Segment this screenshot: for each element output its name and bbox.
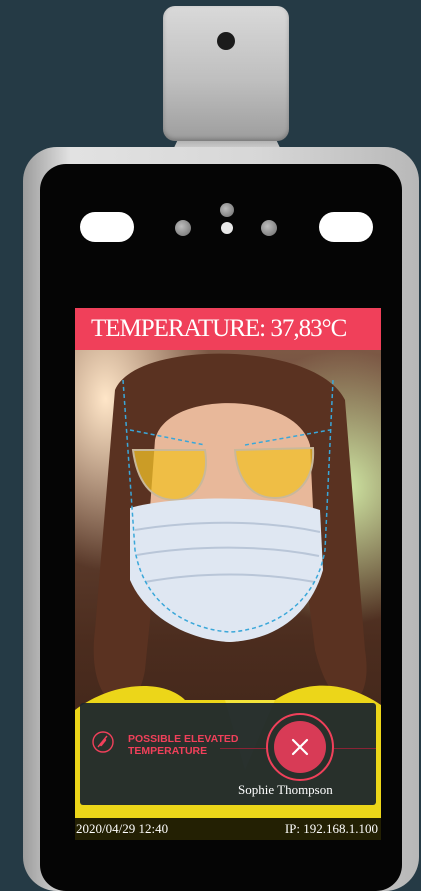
reject-button-inner [274, 721, 326, 773]
thermometer-off-icon [92, 731, 114, 753]
ip-address-label: IP: 192.168.1.100 [284, 821, 378, 836]
status-bar: 2020/04/29 12:40 IP: 192.168.1.100 [75, 818, 381, 840]
top-camera-dot [220, 203, 234, 217]
left-light-indicator [80, 212, 134, 242]
center-camera-dot [221, 222, 233, 234]
alert-divider-right [334, 748, 376, 749]
reject-button[interactable] [266, 713, 334, 781]
alert-message: POSSIBLE ELEVATED TEMPERATURE [128, 733, 239, 757]
thermal-sensor-lens [217, 32, 235, 50]
thermal-sensor-module [163, 6, 289, 141]
right-light-indicator [319, 212, 373, 242]
datetime-label: 2020/04/29 12:40 [76, 821, 169, 836]
close-icon [291, 738, 309, 756]
display-screen: TEMPERATURE: 37,83°C POSSIBLE ELEVATED T… [75, 308, 381, 840]
temperature-banner: TEMPERATURE: 37,83°C [75, 308, 381, 350]
alert-panel: POSSIBLE ELEVATED TEMPERATURE Sophie Tho… [80, 703, 376, 805]
alert-divider-left [220, 748, 268, 749]
left-camera-dot [175, 220, 191, 236]
right-camera-dot [261, 220, 277, 236]
person-name: Sophie Thompson [238, 782, 333, 797]
